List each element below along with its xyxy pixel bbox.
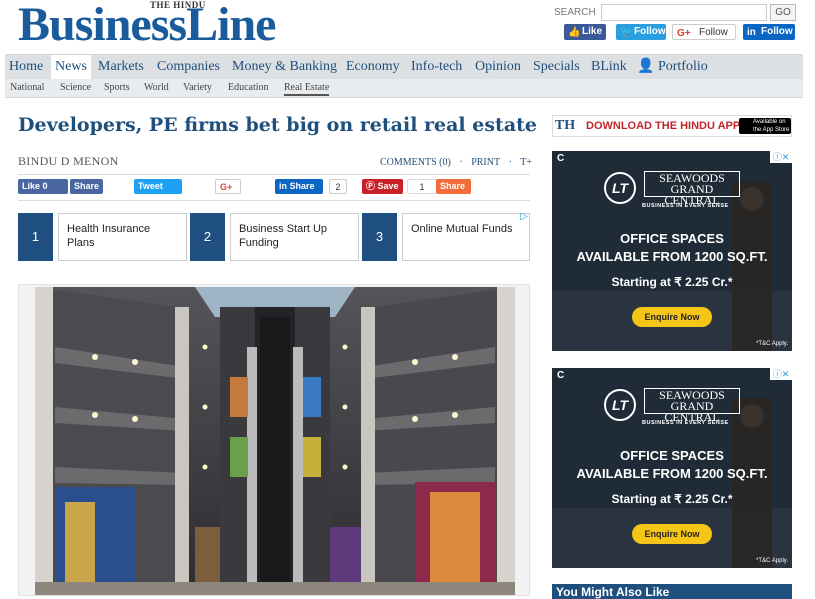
text-size-link[interactable]: T+ xyxy=(520,157,532,168)
comments-link[interactable]: COMMENTS (0) xyxy=(380,157,451,168)
related-number: 1 xyxy=(18,213,53,261)
ad-headline-1: OFFICE SPACES xyxy=(620,448,724,463)
ad-headline-2: AVAILABLE FROM 1200 SQ.FT. xyxy=(576,466,768,481)
ad-close-icon[interactable]: ⓘ✕ xyxy=(770,368,792,380)
subnav-science[interactable]: Science xyxy=(60,82,91,93)
article-photo xyxy=(18,284,530,596)
ad-price: Starting at ₹ 2.25 Cr.* xyxy=(611,492,733,506)
nav-news[interactable]: News xyxy=(51,55,91,80)
seawoods-ad[interactable]: C ⓘ✕ LT SEAWOODS GRAND CENTRAL BUSINESS … xyxy=(552,151,792,351)
nav-infotech[interactable]: Info-tech xyxy=(411,55,462,80)
nav-money-banking[interactable]: Money & Banking xyxy=(232,55,337,80)
search-go-button[interactable]: GO xyxy=(770,4,796,21)
app-store-badge[interactable]: Available on the App Store xyxy=(739,118,791,134)
ad-c-icon: C xyxy=(557,153,565,164)
twitter-follow-button[interactable]: 🐦 Follow xyxy=(616,24,666,40)
enquire-now-button[interactable]: Enquire Now xyxy=(632,524,712,544)
subnav-variety[interactable]: Variety xyxy=(183,82,212,93)
fb-like-share-button[interactable]: Like 0 xyxy=(18,179,68,194)
ad-c-icon: C xyxy=(557,370,565,381)
subnav-real-estate[interactable]: Real Estate xyxy=(284,82,330,96)
ad-headline-2: AVAILABLE FROM 1200 SQ.FT. xyxy=(576,249,768,264)
ad-headline-1: OFFICE SPACES xyxy=(620,231,724,246)
linkedin-icon: in xyxy=(279,181,290,191)
nav-blink[interactable]: BLink xyxy=(591,55,627,80)
linkedin-follow-button[interactable]: in Follow xyxy=(743,24,795,40)
lt-logo-icon: LT xyxy=(604,389,636,421)
gplus-share-button[interactable]: G+ xyxy=(215,179,241,194)
separator-dot: · xyxy=(508,157,512,168)
subnav-education[interactable]: Education xyxy=(228,82,269,93)
facebook-like-button[interactable]: 👍 Like xyxy=(564,24,606,40)
subnav-world[interactable]: World xyxy=(144,82,169,93)
download-app-banner[interactable]: TH DOWNLOAD THE HINDU APP Available on t… xyxy=(552,115,792,137)
generic-share-button[interactable]: Share xyxy=(436,179,471,194)
adchoices-icon[interactable]: ▷ xyxy=(520,211,528,222)
related-link[interactable]: Health Insurance Plans xyxy=(58,213,187,261)
thumbs-up-icon: 👍 xyxy=(568,27,581,38)
twitter-bird-icon: 🐦 xyxy=(620,27,633,38)
nav-specials[interactable]: Specials xyxy=(533,55,580,80)
masthead-logo[interactable]: THE HINDU BusinessLine xyxy=(18,0,338,51)
related-number: 3 xyxy=(362,213,397,261)
lt-logo-icon: LT xyxy=(604,172,636,204)
subnav-sports[interactable]: Sports xyxy=(104,82,130,93)
gplus-follow-button[interactable]: G+ Follow xyxy=(672,24,736,40)
article-author[interactable]: BINDU D MENON xyxy=(18,154,119,169)
separator-dot: · xyxy=(459,157,463,168)
ad-terms: *T&C Apply. xyxy=(756,341,788,347)
print-link[interactable]: PRINT xyxy=(471,157,500,168)
article-headline: Developers, PE firms bet big on retail r… xyxy=(18,114,538,136)
seawoods-brand: SEAWOODS GRAND CENTRAL xyxy=(644,388,740,423)
seawoods-brand: SEAWOODS GRAND CENTRAL xyxy=(644,171,740,206)
share-bar: Like 0 Share Tweet G+ in Share 2 Ⓟ Save … xyxy=(18,179,530,195)
ad-price: Starting at ₹ 2.25 Cr.* xyxy=(611,275,733,289)
nav-home[interactable]: Home xyxy=(9,55,43,80)
mall-atrium-illustration xyxy=(35,287,515,595)
subnav-national[interactable]: National xyxy=(10,82,44,93)
linkedin-share-count: 2 xyxy=(329,179,347,194)
nav-economy[interactable]: Economy xyxy=(346,55,400,80)
enquire-now-button[interactable]: Enquire Now xyxy=(632,307,712,327)
related-search-ads: 1 Health Insurance Plans 2 Business Star… xyxy=(18,211,530,261)
gplus-icon: G+ xyxy=(677,28,691,39)
ad-tagline: BUSINESS IN EVERY SENSE xyxy=(642,420,729,426)
mall-atrium-image xyxy=(35,287,515,595)
linkedin-icon: in xyxy=(747,27,756,38)
related-link[interactable]: Online Mutual Funds xyxy=(402,213,530,261)
nav-portfolio[interactable]: 👤 Portfolio xyxy=(637,55,708,80)
sub-nav: National Science Sports World Variety Ed… xyxy=(5,79,803,98)
nav-opinion[interactable]: Opinion xyxy=(475,55,521,80)
divider xyxy=(18,174,530,175)
the-hindu-logo: TH xyxy=(554,118,576,133)
search-label: SEARCH xyxy=(554,7,596,18)
ad-tagline: BUSINESS IN EVERY SENSE xyxy=(642,203,729,209)
pinterest-save-button[interactable]: Ⓟ Save xyxy=(362,179,403,194)
download-app-text: DOWNLOAD THE HINDU APP xyxy=(586,120,741,132)
ad-close-icon[interactable]: ⓘ✕ xyxy=(770,151,792,163)
nav-companies[interactable]: Companies xyxy=(157,55,220,80)
businessline-logo: BusinessLine xyxy=(18,0,276,51)
ad-terms: *T&C Apply. xyxy=(756,558,788,564)
user-icon: 👤 xyxy=(637,59,655,74)
nav-markets[interactable]: Markets xyxy=(98,55,144,80)
search-input[interactable] xyxy=(601,4,767,21)
pinterest-count: 1 xyxy=(407,179,437,194)
related-number: 2 xyxy=(190,213,225,261)
tweet-button[interactable]: Tweet xyxy=(134,179,182,194)
divider xyxy=(18,200,530,201)
seawoods-ad[interactable]: C ⓘ✕ LT SEAWOODS GRAND CENTRAL BUSINESS … xyxy=(552,368,792,568)
you-might-also-like-header: You Might Also Like xyxy=(552,584,792,599)
related-link[interactable]: Business Start Up Funding xyxy=(230,213,359,261)
linkedin-share-button[interactable]: in Share xyxy=(275,179,323,194)
pinterest-icon: Ⓟ xyxy=(366,181,378,191)
fb-share-button[interactable]: Share xyxy=(70,179,103,194)
main-nav: Home News Markets Companies Money & Bank… xyxy=(5,54,803,80)
article-meta-links: COMMENTS (0) · PRINT · T+ xyxy=(380,157,538,168)
